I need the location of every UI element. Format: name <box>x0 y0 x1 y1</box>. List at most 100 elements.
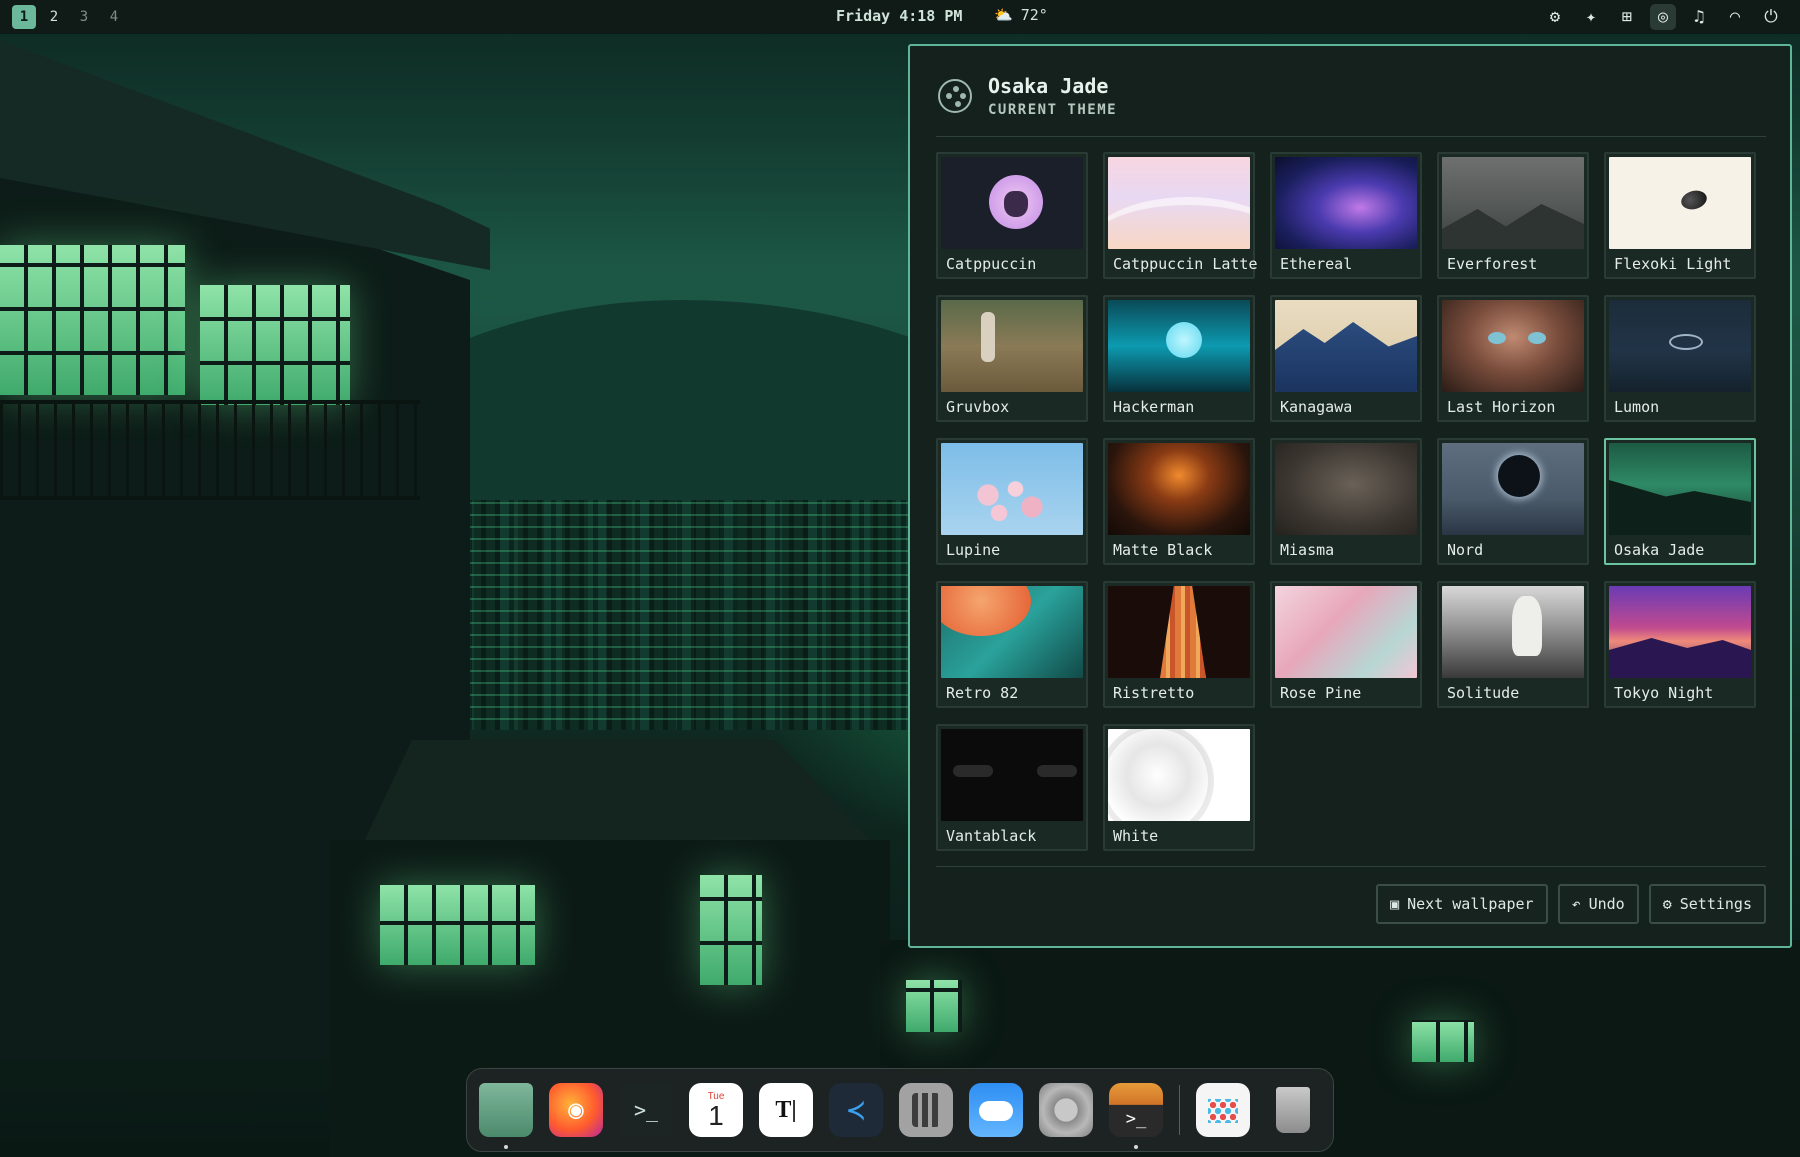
theme-thumbnail <box>1609 157 1751 249</box>
workspace-2[interactable]: 2 <box>42 5 66 29</box>
sun-cloud-icon: ⛅ <box>994 6 1013 24</box>
theme-tile-miasma[interactable]: Miasma <box>1270 438 1422 565</box>
theme-label: Lumon <box>1614 398 1660 416</box>
calculator-icon[interactable] <box>899 1083 953 1137</box>
theme-label: Ristretto <box>1113 684 1195 702</box>
terminal-icon[interactable]: >_ <box>619 1083 673 1137</box>
calendar-icon[interactable]: Tue 1 <box>689 1083 743 1137</box>
theme-label: Lupine <box>946 541 1001 559</box>
theme-tile-catppuccin[interactable]: Catppuccin <box>936 152 1088 279</box>
undo-icon: ↶ <box>1571 895 1581 913</box>
system-settings-icon[interactable] <box>1039 1083 1093 1137</box>
theme-label: Ethereal <box>1280 255 1353 273</box>
running-indicator <box>1134 1145 1138 1149</box>
dock: ◉ >_ Tue 1 T| ≺ >_ <box>466 1068 1334 1152</box>
ghostty-icon[interactable]: >_ <box>1109 1083 1163 1149</box>
launchpad-icon[interactable] <box>1196 1083 1250 1137</box>
theme-label: Kanagawa <box>1280 398 1353 416</box>
files-icon[interactable] <box>479 1083 533 1149</box>
workspace-switcher: 1 2 3 4 <box>12 5 126 29</box>
header-divider <box>936 136 1766 137</box>
theme-tile-lupine[interactable]: Lupine <box>936 438 1088 565</box>
theme-tile-retro-82[interactable]: Retro 82 <box>936 581 1088 708</box>
theme-tile-last-horizon[interactable]: Last Horizon <box>1437 295 1589 422</box>
palette-icon[interactable]: ◎ <box>1650 4 1676 30</box>
wallpaper-window <box>200 285 350 405</box>
gear-icon: ⚙ <box>1662 895 1672 913</box>
weather-icon[interactable] <box>969 1083 1023 1137</box>
theme-thumbnail <box>1275 157 1417 249</box>
theme-tile-flexoki-light[interactable]: Flexoki Light <box>1604 152 1756 279</box>
theme-thumbnail <box>1108 443 1250 535</box>
workspace-4[interactable]: 4 <box>102 5 126 29</box>
theme-label: Miasma <box>1280 541 1335 559</box>
network-icon[interactable]: ⊞ <box>1614 4 1640 30</box>
theme-label: Solitude <box>1447 684 1520 702</box>
dock-separator <box>1179 1085 1180 1135</box>
settings-button[interactable]: ⚙ Settings <box>1648 884 1766 924</box>
weather-temp: 72° <box>1020 6 1048 24</box>
theme-thumbnail <box>941 300 1083 392</box>
theme-label: Vantablack <box>946 827 1037 845</box>
theme-tile-white[interactable]: White <box>1103 724 1255 851</box>
theme-label: Matte Black <box>1113 541 1213 559</box>
theme-tile-hackerman[interactable]: Hackerman <box>1103 295 1255 422</box>
firefox-icon[interactable]: ◉ <box>549 1083 603 1137</box>
wallpaper-city <box>430 500 990 730</box>
theme-grid: Catppuccin Catppuccin Latte Ethereal Eve… <box>936 152 1756 851</box>
theme-thumbnail <box>1275 586 1417 678</box>
next-wallpaper-button[interactable]: ▣ Next wallpaper <box>1376 884 1548 924</box>
theme-tile-rose-pine[interactable]: Rose Pine <box>1270 581 1422 708</box>
wallpaper-balcony <box>0 400 420 500</box>
power-icon[interactable]: ⏻ <box>1758 4 1784 30</box>
vscode-icon[interactable]: ≺ <box>829 1083 883 1137</box>
undo-label: Undo <box>1588 895 1625 913</box>
theme-label: Rose Pine <box>1280 684 1362 702</box>
bell-icon[interactable]: ♫ <box>1686 4 1712 30</box>
calendar-day: 1 <box>708 1099 724 1131</box>
theme-thumbnail <box>1275 443 1417 535</box>
theme-tile-tokyo-night[interactable]: Tokyo Night <box>1604 581 1756 708</box>
image-icon: ▣ <box>1390 895 1400 913</box>
top-bar: 1 2 3 4 Friday 4:18 PM ⛅ 72° ⚙ ✦ ⊞ ◎ ♫ ◠… <box>0 0 1800 34</box>
theme-thumbnail <box>1609 443 1751 535</box>
running-indicator <box>504 1145 508 1149</box>
theme-tile-kanagawa[interactable]: Kanagawa <box>1270 295 1422 422</box>
undo-button[interactable]: ↶ Undo <box>1557 884 1639 924</box>
theme-tile-catppuccin-latte[interactable]: Catppuccin Latte <box>1103 152 1258 279</box>
theme-tile-ristretto[interactable]: Ristretto <box>1103 581 1255 708</box>
theme-tile-vantablack[interactable]: Vantablack <box>936 724 1088 851</box>
theme-thumbnail <box>1442 443 1584 535</box>
theme-thumbnail <box>941 729 1083 821</box>
sparkle-icon[interactable]: ✦ <box>1578 4 1604 30</box>
clock[interactable]: Friday 4:18 PM <box>836 7 962 25</box>
panel-footer: ▣ Next wallpaper ↶ Undo ⚙ Settings <box>1376 884 1766 924</box>
theme-label: Everforest <box>1447 255 1538 273</box>
workspace-1[interactable]: 1 <box>12 5 36 29</box>
theme-thumbnail <box>1442 586 1584 678</box>
typora-icon[interactable]: T| <box>759 1083 813 1137</box>
workspace-3[interactable]: 3 <box>72 5 96 29</box>
theme-tile-gruvbox[interactable]: Gruvbox <box>936 295 1088 422</box>
theme-thumbnail <box>1108 729 1250 821</box>
wallpaper-window <box>380 885 535 965</box>
theme-label: Catppuccin <box>946 255 1037 273</box>
wallpaper-window <box>700 875 762 985</box>
theme-tile-osaka-jade[interactable]: Osaka Jade <box>1604 438 1756 565</box>
theme-tile-ethereal[interactable]: Ethereal <box>1270 152 1422 279</box>
theme-tile-everforest[interactable]: Everforest <box>1437 152 1589 279</box>
panel-header: Osaka Jade CURRENT THEME <box>938 74 1117 118</box>
settings-label: Settings <box>1679 895 1752 913</box>
theme-label: Gruvbox <box>946 398 1010 416</box>
theme-tile-nord[interactable]: Nord <box>1437 438 1589 565</box>
theme-label: White <box>1113 827 1159 845</box>
theme-tile-matte-black[interactable]: Matte Black <box>1103 438 1255 565</box>
theme-tile-lumon[interactable]: Lumon <box>1604 295 1756 422</box>
trash-icon[interactable] <box>1266 1083 1320 1137</box>
gauge-icon[interactable]: ◠ <box>1722 4 1748 30</box>
theme-tile-solitude[interactable]: Solitude <box>1437 581 1589 708</box>
gear-icon[interactable]: ⚙ <box>1542 4 1568 30</box>
theme-thumbnail <box>941 586 1083 678</box>
weather-widget[interactable]: ⛅ 72° <box>994 6 1048 24</box>
theme-thumbnail <box>941 443 1083 535</box>
